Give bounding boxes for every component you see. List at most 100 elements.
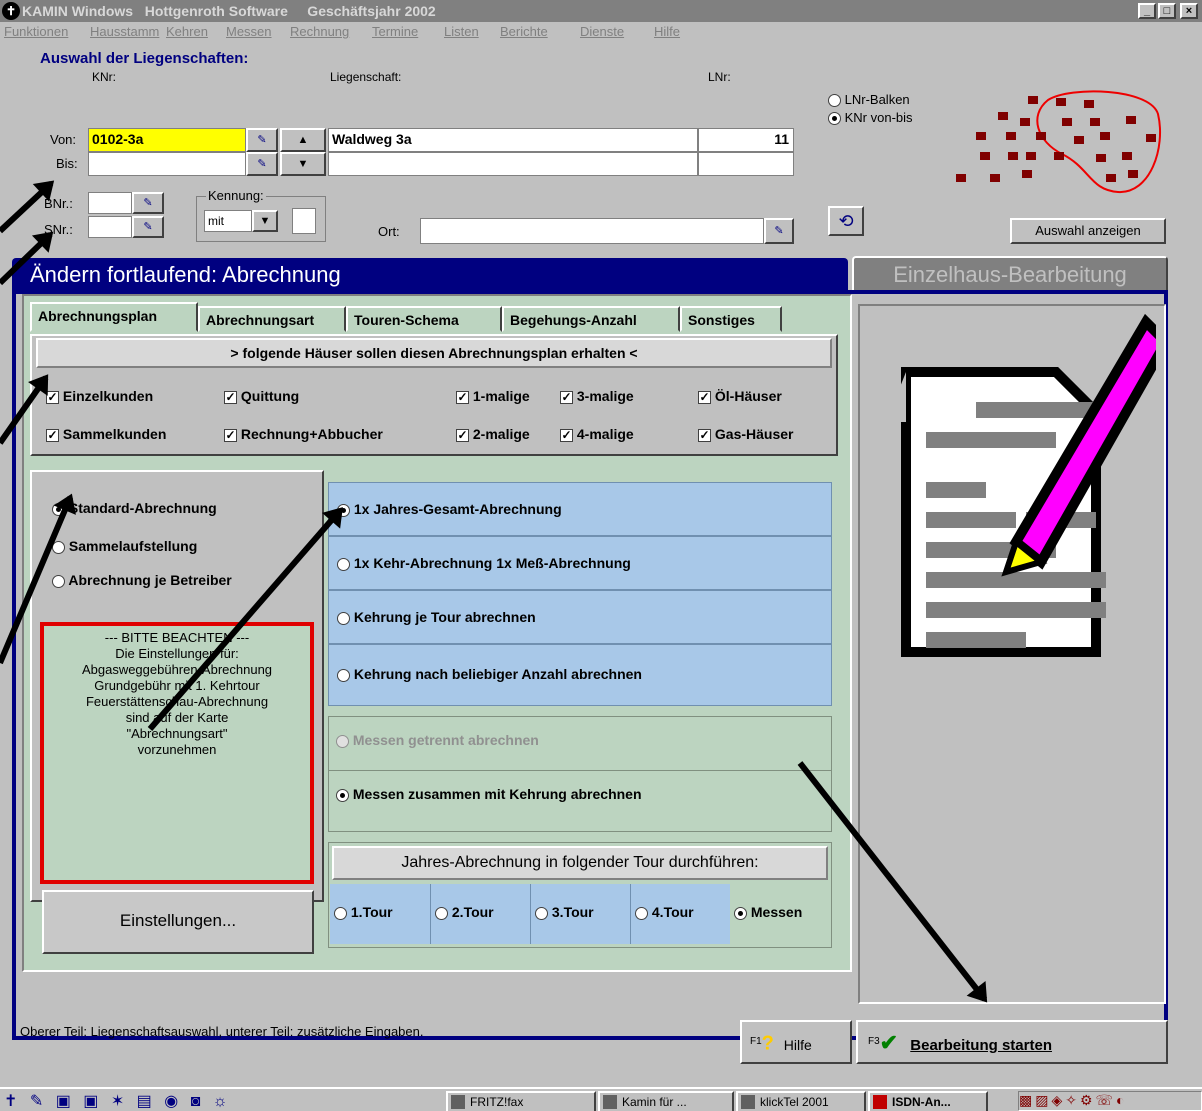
- kennung-label: Kennung:: [206, 188, 266, 203]
- radio-icon: [337, 668, 350, 682]
- taskbar-kamin[interactable]: Kamin für ...: [598, 1091, 734, 1111]
- radio-kehrung-je-tour[interactable]: Kehrung je Tour abrechnen: [328, 590, 832, 644]
- taskbar-isdn[interactable]: ISDN-An...: [868, 1091, 988, 1111]
- taskbar-fritzfax[interactable]: FRITZ!fax: [446, 1091, 596, 1111]
- maximize-button[interactable]: □: [1158, 3, 1176, 19]
- minimize-button[interactable]: _: [1138, 3, 1156, 19]
- menu-bar: Funktionen Hausstamm Kehren Messen Rechn…: [0, 22, 1202, 42]
- tab-touren-schema[interactable]: Touren-Schema: [346, 306, 502, 332]
- bnr-input[interactable]: [88, 192, 132, 214]
- radio-messen-getrennt: Messen getrennt abrechnen: [336, 732, 539, 748]
- menu-rechnung[interactable]: Rechnung: [290, 24, 349, 39]
- radio-label: Kehrung nach beliebiger Anzahl abrechnen: [353, 666, 642, 682]
- radio-abrechnung-je-betreiber[interactable]: Abrechnung je Betreiber: [52, 572, 232, 588]
- radio-tour-1[interactable]: 1.Tour: [330, 884, 430, 944]
- check-1-malige[interactable]: ✓ 1-malige: [456, 388, 530, 404]
- down-arrow-icon[interactable]: ▼: [280, 152, 326, 176]
- menu-messen[interactable]: Messen: [226, 24, 272, 39]
- title-bar: ✝ KAMIN Windows Hottgenroth Software Ges…: [0, 0, 1202, 22]
- snr-input[interactable]: [88, 216, 132, 238]
- up-arrow-icon[interactable]: ▲: [280, 128, 326, 152]
- ort-label: Ort:: [378, 224, 400, 239]
- klicktel-icon: [741, 1095, 755, 1109]
- radio-lnr-balken[interactable]: LNr-Balken: [828, 92, 910, 108]
- radio-icon: [52, 574, 65, 588]
- radio-tour-4[interactable]: 4.Tour: [630, 884, 730, 944]
- tab-sonstiges[interactable]: Sonstiges: [680, 306, 782, 332]
- menu-funktionen[interactable]: Funktionen: [4, 24, 68, 39]
- notice-title: --- BITTE BEACHTEN ---: [104, 630, 250, 645]
- checkbox-checked-icon: ✓: [698, 427, 711, 442]
- tab-abrechnungsart[interactable]: Abrechnungsart: [198, 306, 346, 332]
- menu-hilfe[interactable]: Hilfe: [654, 24, 680, 39]
- radio-label: Kehrung je Tour abrechnen: [353, 609, 536, 625]
- checkbox-checked-icon: ✓: [560, 427, 573, 442]
- check-label: 1-malige: [472, 388, 530, 404]
- radio-icon: [337, 611, 350, 625]
- radio-tour-messen[interactable]: Messen: [730, 884, 830, 944]
- radio-tour-2[interactable]: 2.Tour: [430, 884, 530, 944]
- radio-icon: [828, 94, 841, 108]
- radio-kehrung-beliebig[interactable]: Kehrung nach beliebiger Anzahl abrechnen: [328, 644, 832, 706]
- check-4-malige[interactable]: ✓ 4-malige: [560, 426, 634, 442]
- bis-lookup-button[interactable]: ✎: [246, 152, 278, 176]
- radio-tour-3[interactable]: 3.Tour: [530, 884, 630, 944]
- bis-liegenschaft-field: [328, 152, 698, 176]
- check-einzelkunden[interactable]: ✓ Einzelkunden: [46, 388, 153, 404]
- von-knr-input[interactable]: 0102-3a: [88, 128, 246, 152]
- bis-knr-input[interactable]: [88, 152, 246, 176]
- ort-lookup-button[interactable]: ✎: [764, 218, 794, 244]
- checkbox-checked-icon: ✓: [698, 389, 711, 404]
- check-sammelkunden[interactable]: ✓ Sammelkunden: [46, 426, 166, 442]
- check-gas-haeuser[interactable]: ✓ Gas-Häuser: [698, 426, 793, 442]
- kennung-dropdown-icon[interactable]: ▼: [252, 210, 278, 232]
- radio-messen-zusammen[interactable]: Messen zusammen mit Kehrung abrechnen: [336, 786, 642, 802]
- quicklaunch-icons[interactable]: ✝ ✎ ▣ ▣ ✶ ▤ ◉ ◙ ☼: [4, 1091, 304, 1111]
- taskbar-klicktel[interactable]: klickTel 2001: [736, 1091, 866, 1111]
- tab-begehungs-anzahl[interactable]: Begehungs-Anzahl: [502, 306, 680, 332]
- menu-hausstamm[interactable]: Hausstamm: [90, 24, 159, 39]
- bnr-lookup-button[interactable]: ✎: [132, 192, 164, 214]
- close-button[interactable]: ×: [1180, 3, 1198, 19]
- system-tray-icons[interactable]: ▩▨◈✧⚙☏◐: [1018, 1091, 1202, 1111]
- tab-abrechnungsplan[interactable]: Abrechnungsplan: [30, 302, 198, 332]
- selection-heading: Auswahl der Liegenschaften:: [40, 50, 249, 67]
- taskbar-label: klickTel 2001: [760, 1095, 829, 1109]
- bis-label: Bis:: [56, 156, 78, 171]
- menu-listen[interactable]: Listen: [444, 24, 479, 39]
- checkbox-checked-icon: ✓: [456, 389, 469, 404]
- radio-kehr-mess-abrechnung[interactable]: 1x Kehr-Abrechnung 1x Meß-Abrechnung: [328, 536, 832, 590]
- col-liegenschaft-label: Liegenschaft:: [330, 70, 402, 84]
- radio-label: Messen getrennt abrechnen: [352, 732, 539, 748]
- notice-line: Die Einstellungen für:: [115, 646, 239, 661]
- von-lookup-button[interactable]: ✎: [246, 128, 278, 152]
- radio-jahres-gesamt[interactable]: 1x Jahres-Gesamt-Abrechnung: [328, 482, 832, 536]
- radio-icon: [435, 906, 448, 920]
- check-rechnung-abbucher[interactable]: ✓ Rechnung+Abbucher: [224, 426, 383, 442]
- start-processing-button[interactable]: F3✔ Bearbeitung starten: [856, 1020, 1168, 1064]
- help-button[interactable]: F1? Hilfe: [740, 1020, 852, 1064]
- kennung-select[interactable]: mit: [204, 210, 252, 232]
- kennung-input[interactable]: [292, 208, 316, 234]
- check-quittung[interactable]: ✓ Quittung: [224, 388, 299, 404]
- taskbar-label: ISDN-An...: [892, 1095, 951, 1109]
- menu-berichte[interactable]: Berichte: [500, 24, 548, 39]
- radio-sammelaufstellung[interactable]: Sammelaufstellung: [52, 538, 197, 554]
- document-edit-icon: [886, 313, 1156, 657]
- menu-kehren[interactable]: Kehren: [166, 24, 208, 39]
- snr-lookup-button[interactable]: ✎: [132, 216, 164, 238]
- check-oel-haeuser[interactable]: ✓ Öl-Häuser: [698, 388, 782, 404]
- show-selection-button[interactable]: Auswahl anzeigen: [1010, 218, 1166, 244]
- menu-termine[interactable]: Termine: [372, 24, 418, 39]
- check-2-malige[interactable]: ✓ 2-malige: [456, 426, 530, 442]
- radio-label: Messen zusammen mit Kehrung abrechnen: [352, 786, 642, 802]
- checkbox-checked-icon: ✓: [560, 389, 573, 404]
- settings-button[interactable]: Einstellungen...: [42, 890, 314, 954]
- tab-einzelhaus-bearbeitung[interactable]: Einzelhaus-Bearbeitung: [852, 256, 1168, 292]
- radio-knr-von-bis[interactable]: KNr von-bis: [828, 110, 913, 126]
- notice-line: sind auf der Karte: [125, 710, 229, 725]
- menu-dienste[interactable]: Dienste: [580, 24, 624, 39]
- ort-input[interactable]: [420, 218, 764, 244]
- refresh-selection-icon[interactable]: ⟲: [828, 206, 864, 236]
- check-3-malige[interactable]: ✓ 3-malige: [560, 388, 634, 404]
